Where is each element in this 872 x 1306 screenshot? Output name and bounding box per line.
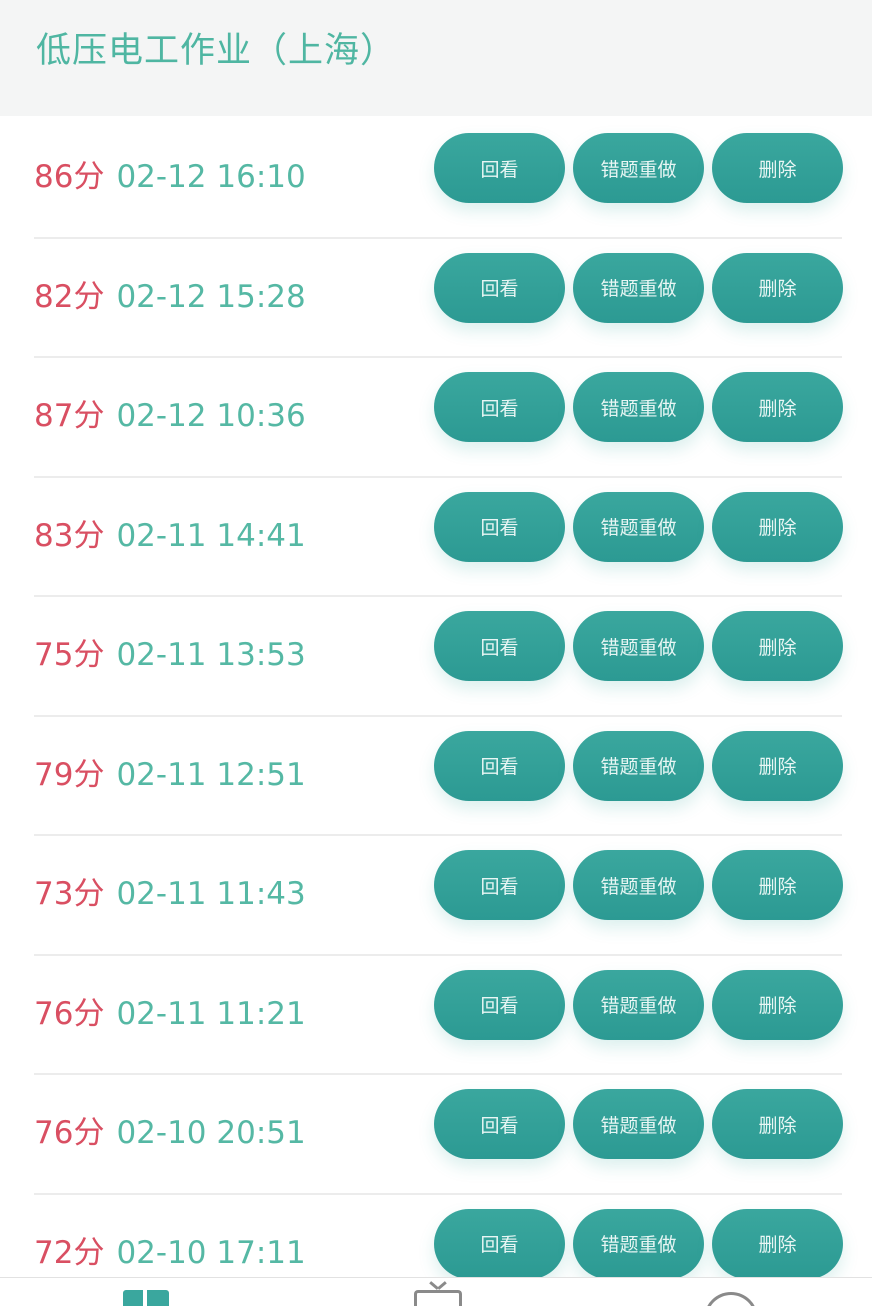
redo-wrong-button[interactable]: 错题重做	[573, 491, 704, 562]
score-text: 86分	[34, 159, 105, 195]
score-text: 79分	[34, 756, 105, 793]
redo-wrong-button[interactable]: 错题重做	[573, 133, 704, 203]
record-summary: 79分 02-11 12:51	[34, 755, 306, 795]
record-summary: 86分 02-12 16:10	[34, 157, 306, 197]
list-item: 86分 02-12 16:10 回看 错题重做 删除	[0, 119, 872, 239]
tv-icon[interactable]	[414, 1290, 462, 1306]
record-summary: 75分 02-11 13:53	[34, 635, 306, 675]
time-text: 02-11 14:41	[116, 517, 306, 554]
record-summary: 76分 02-10 20:51	[34, 1113, 306, 1153]
delete-button[interactable]: 删除	[712, 1208, 843, 1277]
time-text: 02-11 12:51	[116, 756, 306, 793]
review-button[interactable]: 回看	[434, 850, 565, 920]
redo-wrong-button[interactable]: 错题重做	[573, 252, 704, 323]
redo-wrong-button[interactable]: 错题重做	[573, 372, 704, 442]
time-text: 02-10 17:11	[116, 1234, 306, 1271]
review-button[interactable]: 回看	[434, 372, 565, 442]
review-button[interactable]: 回看	[434, 133, 565, 203]
time-text: 02-11 13:53	[116, 637, 306, 673]
score-text: 76分	[34, 995, 105, 1032]
delete-button[interactable]: 删除	[712, 969, 843, 1040]
delete-button[interactable]: 删除	[712, 850, 843, 920]
record-summary: 82分 02-12 15:28	[34, 277, 306, 317]
list-item: 73分 02-11 11:43 回看 错题重做 删除	[0, 836, 872, 956]
delete-button[interactable]: 删除	[712, 1089, 843, 1159]
redo-wrong-button[interactable]: 错题重做	[573, 969, 704, 1040]
delete-button[interactable]: 删除	[712, 491, 843, 562]
time-text: 02-12 10:36	[116, 398, 306, 434]
score-text: 87分	[34, 398, 105, 434]
list-item: 87分 02-12 10:36 回看 错题重做 删除	[0, 358, 872, 478]
redo-wrong-button[interactable]: 错题重做	[573, 850, 704, 920]
delete-button[interactable]: 删除	[712, 252, 843, 323]
book-icon[interactable]	[123, 1290, 169, 1306]
time-text: 02-11 11:43	[116, 876, 306, 912]
record-list[interactable]: 86分 02-12 16:10 回看 错题重做 删除 82分 02-12 15:28…	[0, 119, 872, 1277]
delete-button[interactable]: 删除	[712, 730, 843, 801]
score-text: 76分	[34, 1115, 105, 1151]
score-text: 73分	[34, 876, 105, 912]
delete-button[interactable]: 删除	[712, 611, 843, 681]
review-button[interactable]: 回看	[434, 611, 565, 681]
delete-button[interactable]: 删除	[712, 372, 843, 442]
list-item: 82分 02-12 15:28 回看 错题重做 删除	[0, 239, 872, 359]
review-button[interactable]: 回看	[434, 1208, 565, 1277]
time-text: 02-12 15:28	[116, 278, 306, 315]
time-text: 02-10 20:51	[116, 1115, 306, 1151]
review-button[interactable]: 回看	[434, 730, 565, 801]
record-summary: 87分 02-12 10:36	[34, 396, 306, 436]
score-text: 75分	[34, 637, 105, 673]
page-title: 低压电工作业（上海）	[36, 31, 397, 71]
list-item: 76分 02-10 20:51 回看 错题重做 删除	[0, 1075, 872, 1195]
redo-wrong-button[interactable]: 错题重做	[573, 611, 704, 681]
time-text: 02-12 16:10	[116, 159, 306, 195]
list-item: 79分 02-11 12:51 回看 错题重做 删除	[0, 717, 872, 837]
review-button[interactable]: 回看	[434, 969, 565, 1040]
list-item: 76分 02-11 11:21 回看 错题重做 删除	[0, 956, 872, 1076]
delete-button[interactable]: 删除	[712, 133, 843, 203]
exam-history-screen: 低压电工作业（上海） 86分 02-12 16:10 回看 错题重做 删除 82分…	[0, 0, 872, 1306]
list-item: 72分 02-10 17:11 回看 错题重做 删除	[0, 1195, 872, 1277]
list-item: 75分 02-11 13:53 回看 错题重做 删除	[0, 597, 872, 717]
bottom-tab-bar	[0, 1277, 872, 1306]
review-button[interactable]: 回看	[434, 491, 565, 562]
record-summary: 83分 02-11 14:41	[34, 516, 306, 556]
time-text: 02-11 11:21	[116, 995, 306, 1032]
face-icon[interactable]	[704, 1292, 758, 1306]
list-item: 83分 02-11 14:41 回看 错题重做 删除	[0, 478, 872, 598]
redo-wrong-button[interactable]: 错题重做	[573, 1089, 704, 1159]
review-button[interactable]: 回看	[434, 252, 565, 323]
review-button[interactable]: 回看	[434, 1089, 565, 1159]
redo-wrong-button[interactable]: 错题重做	[573, 730, 704, 801]
score-text: 82分	[34, 278, 105, 315]
record-summary: 73分 02-11 11:43	[34, 874, 306, 914]
redo-wrong-button[interactable]: 错题重做	[573, 1208, 704, 1277]
score-text: 83分	[34, 517, 105, 554]
header-bar: 低压电工作业（上海）	[0, 0, 872, 116]
score-text: 72分	[34, 1234, 105, 1271]
record-summary: 72分 02-10 17:11	[34, 1233, 306, 1273]
record-summary: 76分 02-11 11:21	[34, 994, 306, 1034]
